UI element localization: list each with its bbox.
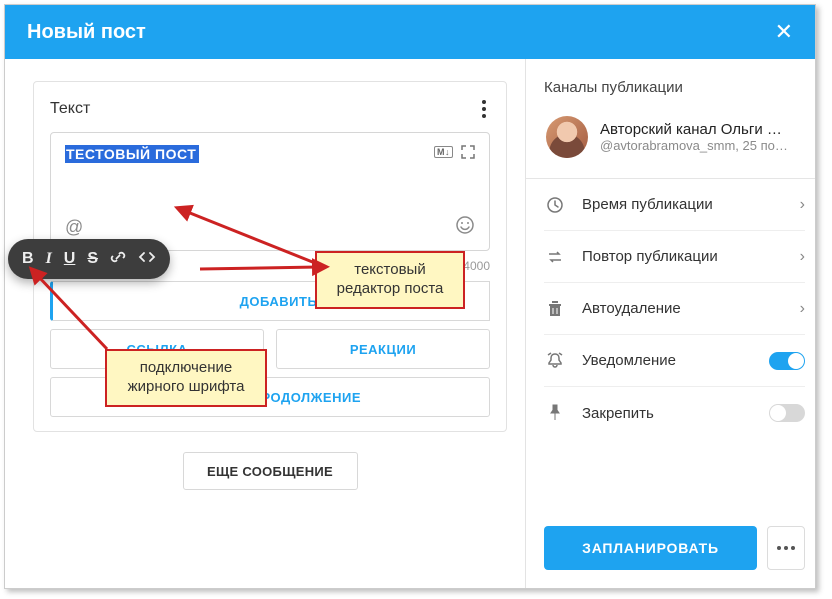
bold-icon[interactable]: B <box>22 250 34 268</box>
card-label: Текст <box>50 100 478 118</box>
italic-icon[interactable]: I <box>46 250 52 268</box>
annotation-arrow <box>27 269 117 364</box>
more-message-button[interactable]: ЕЩЕ СООБЩЕНИЕ <box>183 452 358 490</box>
publish-time-row[interactable]: Время публикации › <box>544 179 805 231</box>
annotation-arrow <box>190 219 340 284</box>
pin-row[interactable]: Закрепить <box>544 387 805 439</box>
channel-row[interactable]: Авторский канал Ольги … @avtorabramova_s… <box>544 110 805 174</box>
repeat-icon <box>544 248 566 266</box>
dialog-title: Новый пост <box>27 21 775 44</box>
clock-icon <box>544 196 566 214</box>
pin-icon <box>544 404 566 422</box>
close-icon[interactable]: ✕ <box>775 19 793 45</box>
chevron-right-icon: › <box>800 300 805 318</box>
row-label: Автоудаление <box>582 300 784 317</box>
selected-text: ТЕСТОВЫЙ ПОСТ <box>65 145 199 163</box>
code-icon[interactable] <box>138 249 156 270</box>
emoji-icon[interactable] <box>455 215 475 240</box>
row-label: Время публикации <box>582 196 784 213</box>
channel-name: Авторский канал Ольги … <box>600 121 797 138</box>
pin-toggle[interactable] <box>769 404 805 422</box>
row-label: Уведомление <box>582 352 753 369</box>
more-actions-button[interactable] <box>767 526 805 570</box>
card-more-icon[interactable] <box>478 96 490 122</box>
chevron-right-icon: › <box>800 196 805 214</box>
callout-bold: подключение жирного шрифта <box>105 349 267 407</box>
schedule-button[interactable]: ЗАПЛАНИРОВАТЬ <box>544 526 757 570</box>
link-icon[interactable] <box>110 249 126 270</box>
chevron-right-icon: › <box>800 248 805 266</box>
strike-icon[interactable]: S <box>87 250 98 268</box>
channel-handle: @avtorabramova_smm, 25 по… <box>600 138 797 153</box>
autodelete-row[interactable]: Автоудаление › <box>544 283 805 335</box>
notify-toggle[interactable] <box>769 352 805 370</box>
underline-icon[interactable]: U <box>64 250 76 268</box>
notification-row[interactable]: Уведомление <box>544 335 805 387</box>
expand-icon[interactable] <box>461 145 475 159</box>
mention-icon[interactable]: @ <box>65 217 83 238</box>
trash-icon <box>544 300 566 318</box>
repeat-row[interactable]: Повтор публикации › <box>544 231 805 283</box>
avatar <box>546 116 588 158</box>
row-label: Повтор публикации <box>582 248 784 265</box>
bell-icon <box>544 352 566 370</box>
titlebar: Новый пост ✕ <box>5 5 815 59</box>
reactions-button[interactable]: РЕАКЦИИ <box>276 329 490 369</box>
channels-title: Каналы публикации <box>544 79 805 96</box>
row-label: Закрепить <box>582 405 753 422</box>
markdown-badge-icon[interactable]: M↓ <box>434 146 453 158</box>
